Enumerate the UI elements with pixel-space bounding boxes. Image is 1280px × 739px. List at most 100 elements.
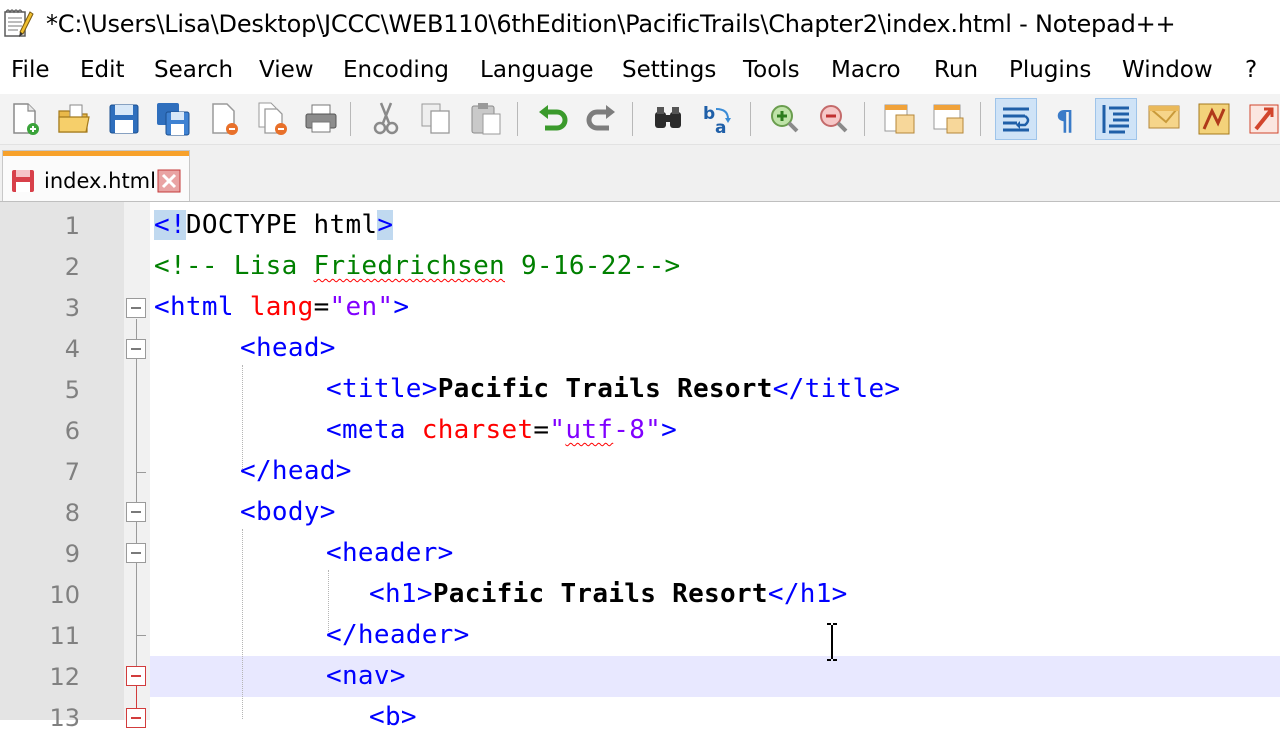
line-number: 12: [49, 663, 80, 691]
tab-strip: index.html: [0, 145, 1280, 202]
code-line: 8 <body>: [0, 493, 1280, 534]
close-tab-icon[interactable]: [157, 169, 181, 193]
menu-plugins[interactable]: Plugins: [1009, 57, 1091, 83]
code-text: <head>: [240, 333, 336, 363]
code-token: <!: [154, 210, 186, 240]
code-line: 6 <meta charset="utf-8">: [0, 411, 1280, 452]
code-token: <html: [154, 292, 250, 322]
line-number: 13: [49, 704, 80, 732]
code-token: Pacific Trails Resort: [437, 374, 773, 404]
toolbar: ba ¶: [0, 94, 1280, 145]
code-text: <nav>: [326, 661, 406, 691]
code-token: 9-16-22-->: [505, 251, 681, 281]
close-icon[interactable]: [203, 98, 245, 140]
cut-icon[interactable]: [365, 98, 407, 140]
new-file-icon[interactable]: [4, 98, 46, 140]
title-bar[interactable]: *C:\Users\Lisa\Desktop\JCCC\WEB110\6thEd…: [0, 0, 1280, 50]
code-line: 10 <h1>Pacific Trails Resort</h1>: [0, 575, 1280, 616]
code-line: 9 <header>: [0, 534, 1280, 575]
function-list-icon[interactable]: [1193, 98, 1235, 140]
menu-encoding[interactable]: Encoding: [343, 57, 449, 83]
code-editor[interactable]: 1 <!DOCTYPE html> 2 <!-- Lisa Friedrichs…: [0, 202, 1280, 732]
replace-icon[interactable]: ba: [697, 98, 739, 140]
code-token: <h1>: [369, 579, 433, 609]
code-line: 3 <html lang="en">: [0, 288, 1280, 329]
copy-icon[interactable]: [415, 98, 457, 140]
code-token: >: [377, 210, 394, 240]
save-icon[interactable]: [103, 98, 145, 140]
find-icon[interactable]: [647, 98, 689, 140]
line-number: 9: [64, 540, 80, 568]
menu-help[interactable]: ?: [1245, 57, 1257, 83]
code-token: >: [661, 415, 678, 445]
toolbar-separator: [517, 102, 518, 136]
code-line: 1 <!DOCTYPE html>: [0, 206, 1280, 247]
code-token: <meta: [326, 415, 422, 445]
code-text: </head>: [240, 456, 352, 486]
document-map-icon[interactable]: [1143, 98, 1185, 140]
code-token: Pacific Trails Resort: [432, 579, 768, 609]
code-token: ": [549, 415, 566, 445]
redo-icon[interactable]: [580, 98, 622, 140]
menu-view[interactable]: View: [259, 57, 314, 83]
code-text: <html lang="en">: [154, 292, 409, 322]
code-token: <header>: [326, 538, 454, 568]
code-token: <b>: [369, 702, 417, 732]
line-number: 10: [49, 581, 80, 609]
toolbar-separator: [750, 102, 751, 136]
code-token: lang: [249, 292, 314, 322]
menu-settings[interactable]: Settings: [622, 57, 716, 83]
menu-edit[interactable]: Edit: [80, 57, 125, 83]
code-token: <title>: [326, 374, 438, 404]
code-token: <nav>: [326, 661, 406, 691]
toolbar-separator: [632, 102, 633, 136]
tab-index-html[interactable]: index.html: [2, 150, 190, 201]
line-number: 4: [64, 335, 80, 363]
code-token: >: [393, 292, 410, 322]
menu-bar: File Edit Search View Encoding Language …: [0, 50, 1280, 94]
code-text: <b>: [369, 702, 417, 732]
line-number: 11: [49, 622, 80, 650]
code-line: 2 <!-- Lisa Friedrichsen 9-16-22-->: [0, 247, 1280, 288]
code-line: 12 <nav>: [0, 657, 1280, 698]
menu-window[interactable]: Window: [1122, 57, 1213, 83]
zoom-out-icon[interactable]: [812, 98, 854, 140]
paste-icon[interactable]: [465, 98, 507, 140]
open-file-icon[interactable]: [53, 98, 95, 140]
save-all-icon[interactable]: [152, 98, 194, 140]
zoom-in-icon[interactable]: [763, 98, 805, 140]
code-token: -8": [613, 415, 662, 445]
unsaved-file-icon: [12, 170, 34, 192]
close-all-icon[interactable]: [252, 98, 294, 140]
menu-file[interactable]: File: [11, 57, 50, 83]
active-tab-indicator: [3, 151, 189, 156]
line-number: 8: [64, 499, 80, 527]
indent-guide-icon[interactable]: [1095, 98, 1137, 140]
code-line: 7 </head>: [0, 452, 1280, 493]
code-token: =: [533, 415, 550, 445]
sync-horizontal-icon[interactable]: [928, 98, 970, 140]
code-text: <title>Pacific Trails Resort</title>: [326, 374, 900, 404]
text-cursor-icon: [827, 623, 837, 661]
svg-text:¶: ¶: [1056, 104, 1074, 136]
sync-vertical-icon[interactable]: [879, 98, 921, 140]
menu-tools[interactable]: Tools: [743, 57, 800, 83]
code-token: <head>: [240, 333, 336, 363]
window-title: *C:\Users\Lisa\Desktop\JCCC\WEB110\6thEd…: [46, 10, 1176, 38]
line-number: 3: [64, 294, 80, 322]
show-all-chars-icon[interactable]: ¶: [1045, 98, 1087, 140]
folder-workspace-icon[interactable]: [1243, 98, 1280, 140]
toolbar-separator: [864, 102, 865, 136]
print-icon[interactable]: [300, 98, 342, 140]
word-wrap-icon[interactable]: [995, 98, 1037, 140]
line-number: 2: [64, 253, 80, 281]
menu-search[interactable]: Search: [154, 57, 233, 83]
menu-macro[interactable]: Macro: [831, 57, 901, 83]
menu-run[interactable]: Run: [934, 57, 978, 83]
code-text: <body>: [240, 497, 336, 527]
undo-icon[interactable]: [532, 98, 574, 140]
notepad-icon: [4, 9, 34, 37]
menu-language[interactable]: Language: [480, 57, 594, 83]
code-token: </title>: [772, 374, 901, 404]
toolbar-separator: [980, 102, 981, 136]
